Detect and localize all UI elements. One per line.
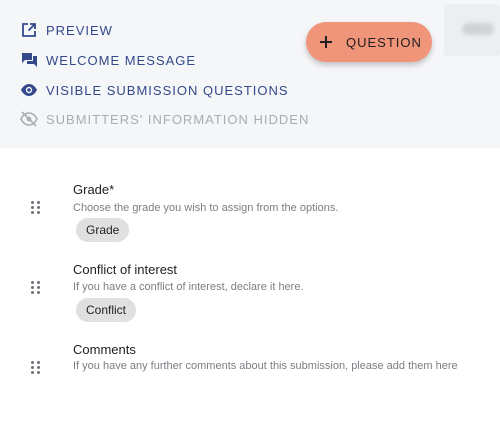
question-title: Conflict of interest [73,262,178,277]
submitters-info-toggle[interactable]: SUBMITTERS' INFORMATION HIDDEN [20,109,309,129]
question-type-chip[interactable]: Grade [76,218,130,242]
drag-handle-icon[interactable] [31,201,41,215]
question-item-grade: Grade* Choose the grade you wish to assi… [0,170,500,250]
visible-questions-toggle[interactable]: VISIBLE SUBMISSION QUESTIONS [20,80,289,100]
blurred-control [444,4,500,56]
drag-handle-icon[interactable] [31,281,41,295]
plus-icon [320,36,332,48]
chat-bubbles-icon [20,51,38,69]
question-title: Grade* [73,182,115,197]
question-title: Comments [73,342,136,357]
submitters-info-label: SUBMITTERS' INFORMATION HIDDEN [46,111,310,127]
preview-label: PREVIEW [46,22,113,38]
question-description: Choose the grade you wish to assign from… [73,202,339,214]
add-question-label: QUESTION [346,34,422,50]
question-description: If you have a conflict of interest, decl… [73,281,304,293]
question-type-chip[interactable]: Conflict [76,298,137,322]
welcome-message-button[interactable]: WELCOME MESSAGE [20,50,196,70]
drag-handle-icon[interactable] [31,361,41,375]
add-question-button[interactable]: QUESTION [306,22,432,62]
eye-icon [20,81,38,99]
open-external-icon [20,21,38,39]
question-description: If you have any further comments about t… [73,360,458,372]
visible-questions-label: VISIBLE SUBMISSION QUESTIONS [46,82,289,98]
blurred-icon [462,23,494,35]
question-item-conflict: Conflict of interest If you have a confl… [0,250,500,330]
preview-button[interactable]: PREVIEW [20,20,113,40]
eye-off-icon [20,110,38,128]
toolbar-panel: PREVIEW WELCOME MESSAGE VISIBLE SUBMISSI… [0,0,500,148]
welcome-message-label: WELCOME MESSAGE [46,52,197,68]
question-item-comments: Comments If you have any further comment… [0,330,500,400]
